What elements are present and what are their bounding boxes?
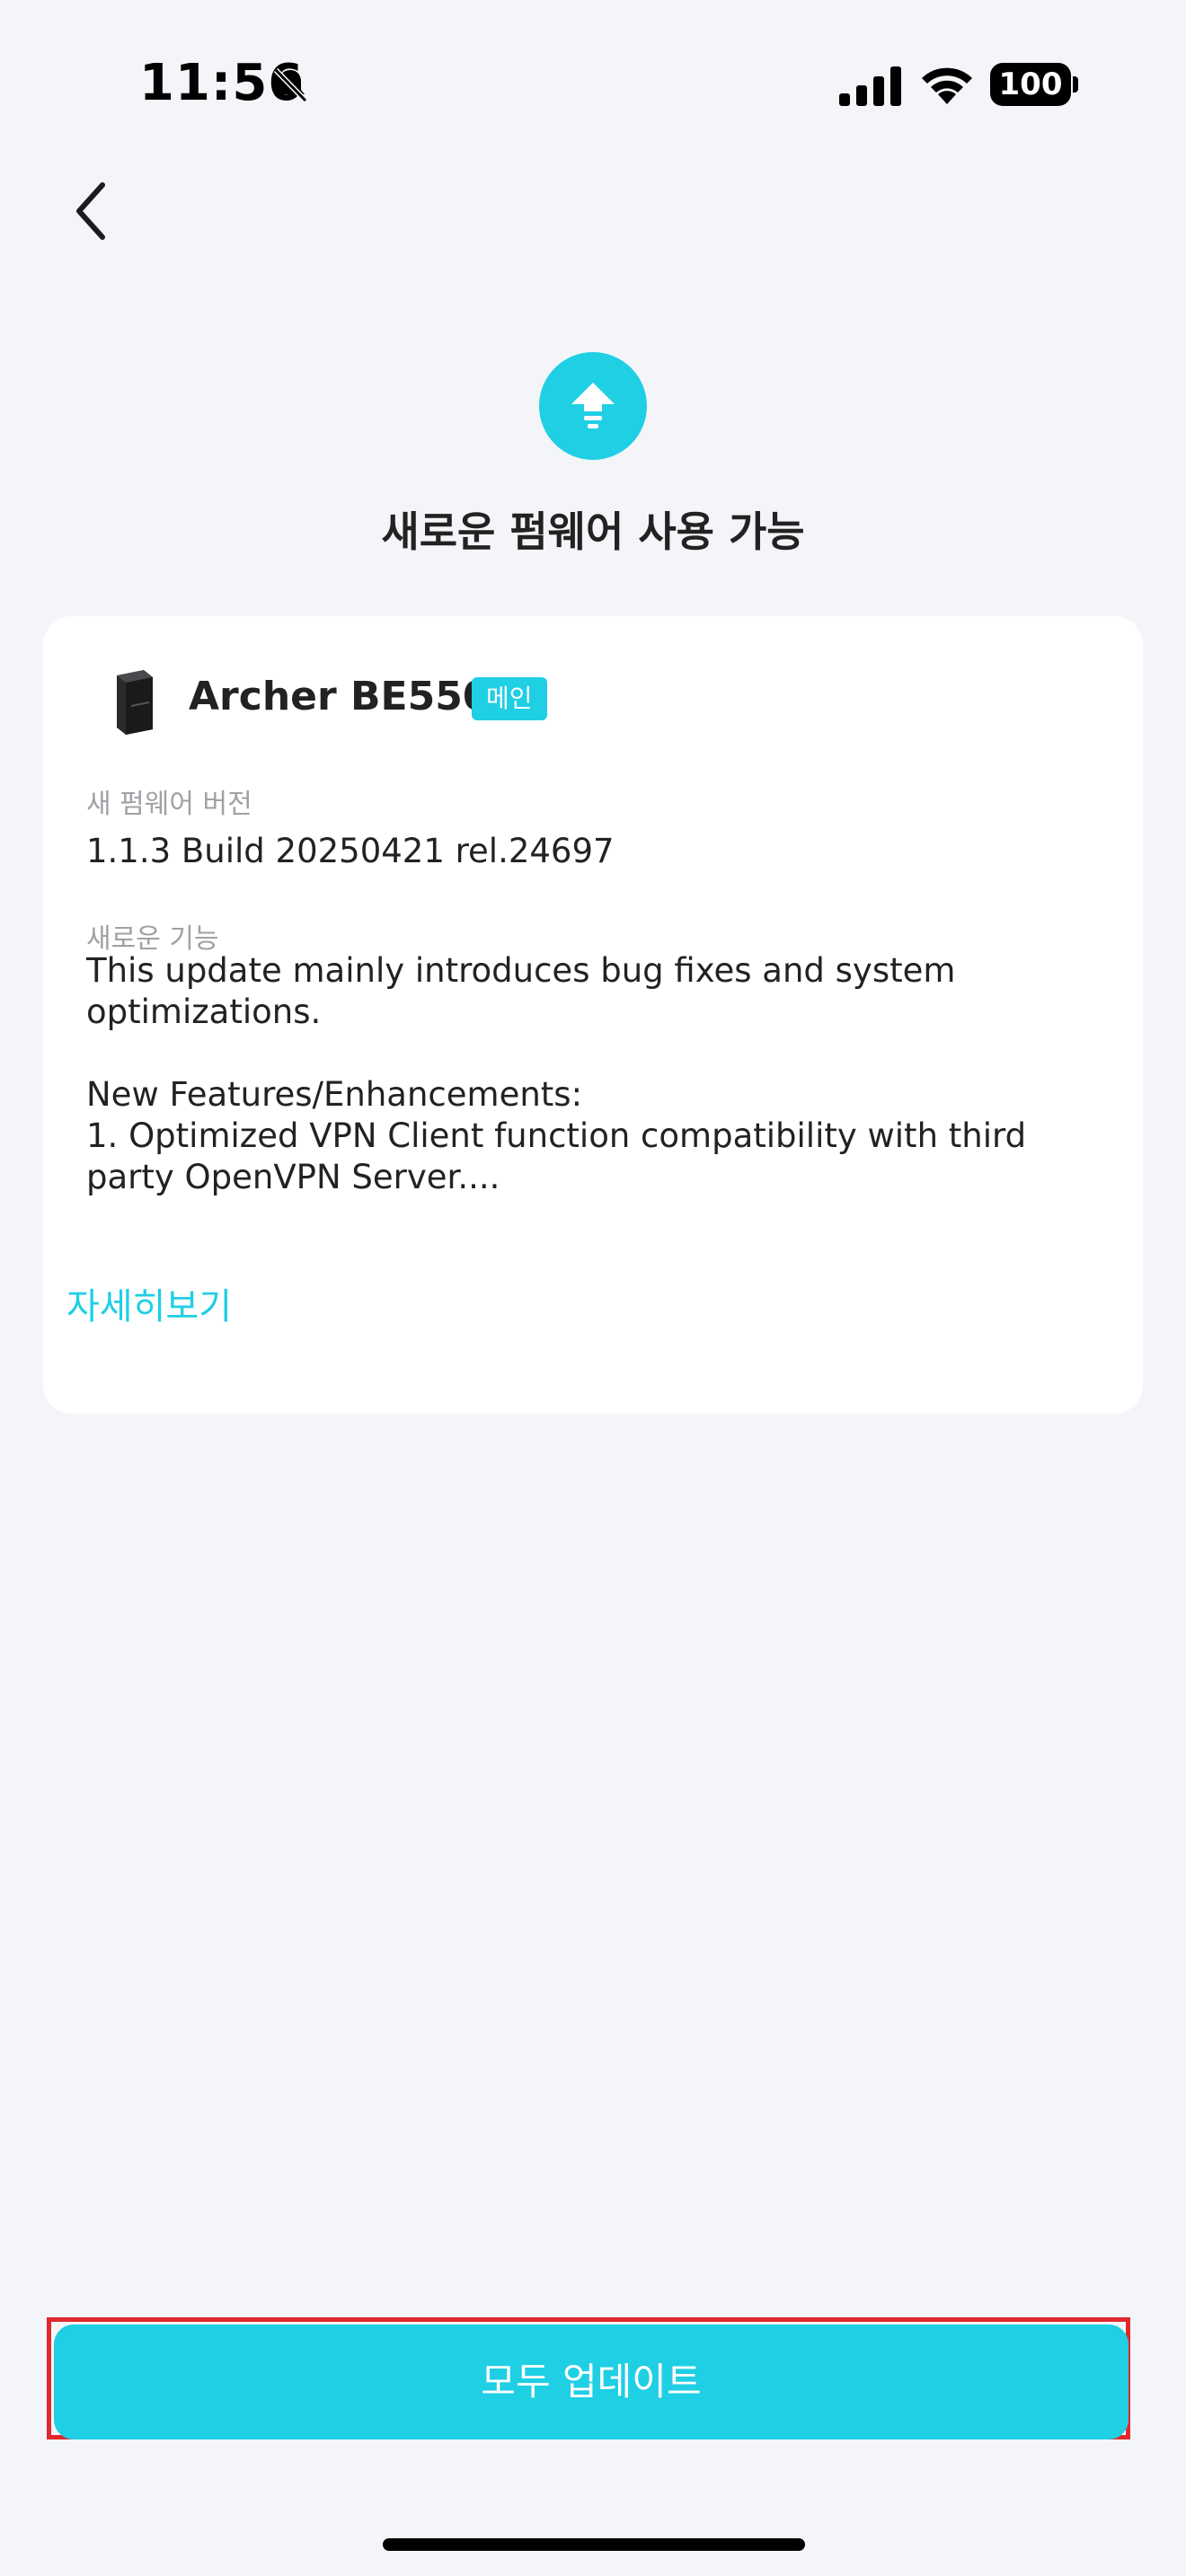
home-indicator[interactable] [383, 2538, 805, 2551]
status-bar: 11:56 100 [0, 0, 1186, 171]
firmware-version-label: 새 펌웨어 버전 [86, 789, 252, 820]
battery-indicator: 100 [990, 63, 1078, 106]
firmware-card: Archer BE550 메인 새 펌웨어 버전 1.1.3 Build 202… [43, 616, 1143, 1414]
router-icon [117, 670, 153, 735]
wifi-icon [922, 67, 972, 104]
page-title: 새로운 펌웨어 사용 가능 [381, 507, 805, 556]
firmware-version-value: 1.1.3 Build 20250421 rel.24697 [86, 832, 615, 870]
bell-muted-icon [273, 67, 308, 103]
upload-arrow-icon [571, 383, 615, 428]
device-name: Archer BE550 [189, 674, 491, 719]
device-role-badge: 메인 [472, 677, 547, 720]
back-button[interactable] [54, 171, 126, 251]
update-all-button[interactable]: 모두 업데이트 [54, 2325, 1128, 2439]
more-details-link[interactable]: 자세히보기 [66, 1277, 232, 1329]
chevron-left-icon [76, 182, 105, 240]
new-features-text: This update mainly introduces bug fixes … [86, 951, 1027, 1196]
battery-tip [1073, 76, 1078, 93]
firmware-upgrade-icon [539, 352, 647, 460]
battery-level: 100 [990, 63, 1071, 106]
cellular-signal-icon [839, 66, 901, 106]
